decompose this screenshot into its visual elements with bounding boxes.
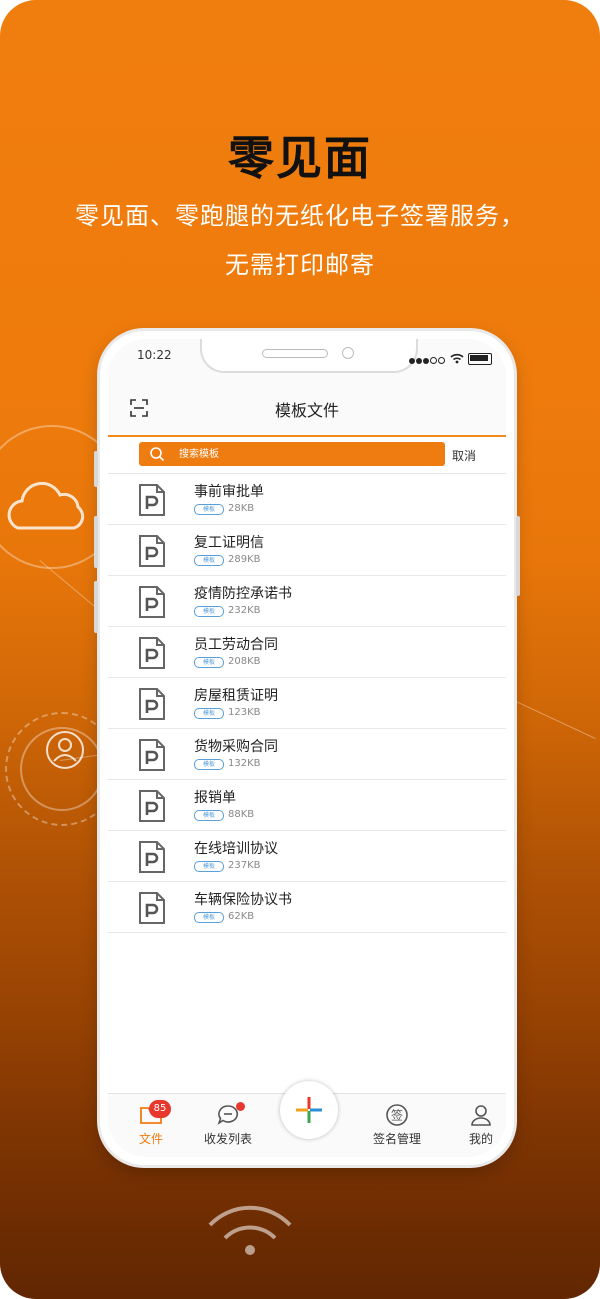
list-item[interactable]: 货物采购合同 模板 132KB [108,729,506,780]
file-name: 在线培训协议 [194,841,278,857]
user-icon [471,1105,491,1126]
search-icon [150,447,165,462]
promo-background: 零见面 零见面、零跑腿的无纸化电子签署服务， 无需打印邮寄 10:22 模板文件… [0,0,600,1299]
phone-side-button [94,516,98,568]
template-tag: 模板 [194,912,224,923]
file-size: 123KB [228,707,261,718]
signal-icon [409,349,446,368]
file-name: 房屋租赁证明 [194,688,278,704]
pdf-file-icon [139,586,165,618]
hero-subtitle: 零见面、零跑腿的无纸化电子签署服务， [75,202,525,230]
file-size: 88KB [228,809,255,820]
hero-title: 零见面 [228,131,372,185]
tab-me[interactable]: 我的 [446,1094,506,1157]
phone-side-button [516,516,520,596]
tab-label: 我的 [468,1132,493,1146]
list-item[interactable]: 车辆保险协议书 模板 62KB [108,882,506,933]
tab-signature[interactable]: 签 签名管理 [362,1094,432,1157]
file-size: 232KB [228,605,261,616]
pdf-file-icon [139,739,165,771]
pdf-file-icon [139,484,165,516]
list-item[interactable]: 员工劳动合同 模板 208KB [108,627,506,678]
tab-files[interactable]: 85 文件 [116,1094,186,1157]
list-item[interactable]: 疫情防控承诺书 模板 232KB [108,576,506,627]
file-size: 289KB [228,554,261,565]
phone-notch [200,339,418,373]
template-tag: 模板 [194,708,224,719]
status-bar: 10:22 [108,339,506,379]
pdf-file-icon [139,841,165,873]
file-size: 237KB [228,860,261,871]
tab-bar: 85 文件 收发列表 签 签名管理 我的 [108,1081,506,1157]
pdf-file-icon [139,688,165,720]
seal-icon: 签 [386,1104,408,1126]
list-item[interactable]: 在线培训协议 模板 237KB [108,831,506,882]
template-tag: 模板 [194,555,224,566]
search-box[interactable] [139,442,445,466]
template-tag: 模板 [194,861,224,872]
file-name: 报销单 [194,790,236,806]
file-name: 车辆保险协议书 [194,892,292,908]
pdf-file-icon [139,892,165,924]
app-screen: 10:22 模板文件 搜索模板 取消 事前审批单 模板 28KB 复工证明信 模… [108,339,506,1157]
status-icons [409,349,492,368]
file-name: 员工劳动合同 [194,637,278,653]
create-button[interactable] [280,1081,338,1139]
unread-badge: 85 [149,1100,171,1118]
template-tag: 模板 [194,657,224,668]
phone-side-button [94,581,98,633]
wifi-icon [208,1205,292,1255]
notification-dot [236,1102,245,1111]
template-tag: 模板 [194,606,224,617]
front-camera [342,347,354,359]
pdf-file-icon [139,790,165,822]
list-item[interactable]: 事前审批单 模板 28KB [108,474,506,525]
file-size: 28KB [228,503,255,514]
user-circle-icon [46,731,84,769]
file-size: 132KB [228,758,261,769]
search-input[interactable] [179,444,429,464]
hero-subtitle: 无需打印邮寄 [225,251,375,279]
pdf-file-icon [139,535,165,567]
nav-bar: 模板文件 [108,379,506,437]
phone-frame: 10:22 模板文件 搜索模板 取消 事前审批单 模板 28KB 复工证明信 模… [94,331,520,1165]
list-item[interactable]: 报销单 模板 88KB [108,780,506,831]
tab-label: 收发列表 [203,1132,252,1146]
search-bar: 取消 [108,437,506,474]
file-name: 复工证明信 [194,535,264,551]
pdf-file-icon [139,637,165,669]
phone-side-button [94,451,98,487]
file-name: 疫情防控承诺书 [194,586,292,602]
file-name: 事前审批单 [194,484,264,500]
template-list: 事前审批单 模板 28KB 复工证明信 模板 289KB 疫情防控承诺书 模板 … [108,474,506,933]
tab-inbox[interactable]: 收发列表 [193,1094,263,1157]
seal-glyph: 签 [391,1108,403,1123]
file-size: 208KB [228,656,261,667]
speaker-grille [262,349,328,358]
tab-label: 签名管理 [372,1132,421,1146]
status-time: 10:22 [137,348,172,362]
battery-icon [468,352,492,365]
plus-icon [296,1097,322,1123]
page-title: 模板文件 [274,401,339,420]
list-item[interactable]: 房屋租赁证明 模板 123KB [108,678,506,729]
cancel-button[interactable]: 取消 [452,447,476,464]
tab-label: 文件 [138,1132,163,1146]
file-name: 货物采购合同 [194,739,278,755]
wifi-status-icon [450,353,464,364]
template-tag: 模板 [194,504,224,515]
template-tag: 模板 [194,810,224,821]
file-size: 62KB [228,911,255,922]
list-item[interactable]: 复工证明信 模板 289KB [108,525,506,576]
template-tag: 模板 [194,759,224,770]
